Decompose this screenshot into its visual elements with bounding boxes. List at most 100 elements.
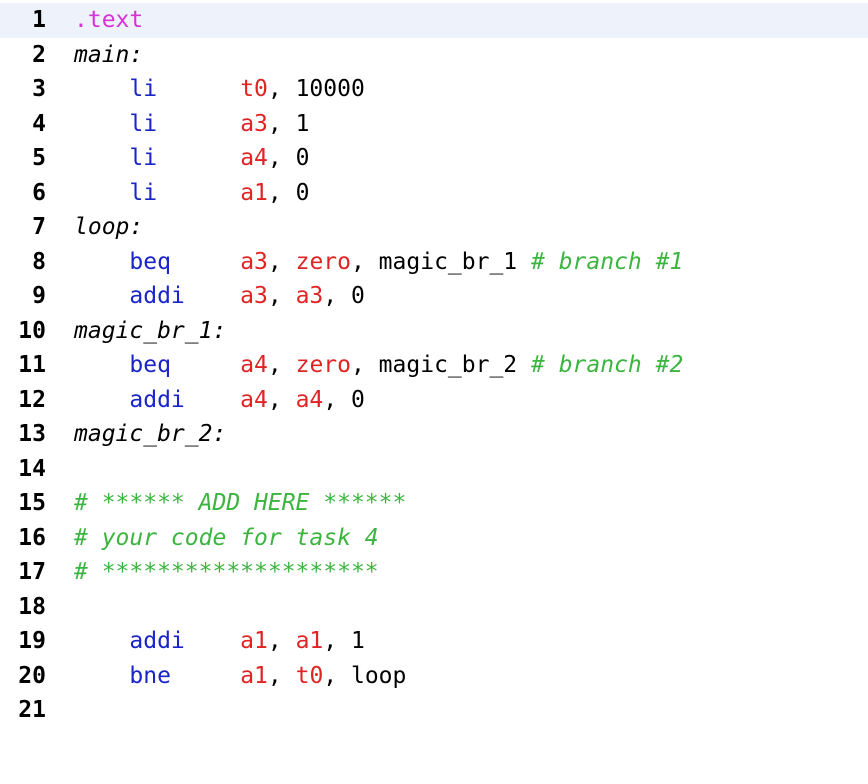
code-text: # ********************	[74, 555, 379, 590]
code-line[interactable]: 14	[0, 452, 868, 487]
register-token: a1	[240, 179, 268, 206]
code-line[interactable]: 17 # ********************	[0, 555, 868, 590]
code-line[interactable]: 8 beq a3, zero, magic_br_1 # branch #1	[0, 245, 868, 280]
line-number: 14	[18, 455, 46, 482]
code-line[interactable]: 2 main:	[0, 38, 868, 73]
text-token: ,	[267, 248, 296, 275]
line-number: 16	[18, 524, 46, 551]
text-token: , 0	[323, 386, 365, 413]
instruction-token: li	[129, 145, 158, 171]
text-token: ,	[267, 662, 296, 689]
code-line[interactable]: 16 # your code for task 4	[0, 521, 868, 556]
register-token: a1	[240, 662, 268, 689]
comment-token: # ****** ADD HERE ******	[74, 490, 407, 516]
code-line[interactable]: 9 addi a3, a3, 0	[0, 279, 868, 314]
line-number: 17	[18, 559, 46, 585]
text-token: ,	[267, 628, 296, 654]
label-token: magic_br_1:	[74, 317, 227, 344]
instruction-token: addi	[129, 628, 185, 654]
line-number: 2	[32, 41, 46, 68]
code-line[interactable]: 12 addi a4, a4, 0	[0, 383, 868, 418]
code-line[interactable]: 3 li t0, 10000	[0, 72, 868, 107]
instruction-token: li	[129, 110, 158, 137]
text-token: , 0	[323, 283, 365, 309]
register-token: a1	[240, 628, 268, 654]
register-token: a4	[240, 145, 268, 171]
line-number: 19	[18, 628, 46, 654]
text-token: , 10000	[267, 76, 365, 102]
register-token: a3	[295, 283, 324, 309]
code-text: addi a1, a1, 1	[74, 624, 364, 659]
code-text: magic_br_1:	[74, 314, 226, 349]
register-token: a4	[240, 386, 268, 413]
label-token: magic_br_2:	[74, 421, 227, 447]
register-token: zero	[295, 248, 351, 275]
instruction-token: bne	[129, 662, 171, 689]
text-token: , magic_br_1	[350, 248, 531, 275]
line-number: 10	[18, 317, 46, 344]
instruction-token: beq	[129, 248, 171, 275]
line-number: 8	[32, 248, 46, 275]
code-text: beq a3, zero, magic_br_1 # branch #1	[74, 245, 683, 280]
text-token: , 0	[267, 145, 310, 171]
code-line[interactable]: 6 li a1, 0	[0, 176, 868, 211]
code-text: loop:	[74, 210, 143, 245]
directive-token: .text	[74, 7, 144, 33]
text-token: ,	[267, 352, 296, 378]
line-number: 21	[18, 697, 46, 723]
line-number: 3	[32, 76, 46, 102]
code-line[interactable]: 4 li a3, 1	[0, 107, 868, 142]
code-line[interactable]: 20 bne a1, t0, loop	[0, 659, 868, 694]
code-line[interactable]: 15 # ****** ADD HERE ******	[0, 486, 868, 521]
instruction-token: beq	[129, 352, 171, 378]
text-token: , magic_br_2	[350, 352, 531, 378]
code-line[interactable]: 7 loop:	[0, 210, 868, 245]
line-number: 7	[32, 214, 46, 240]
comment-token: # branch #1	[531, 248, 684, 275]
text-token: ,	[267, 386, 296, 413]
register-token: t0	[295, 662, 324, 689]
code-text: # ****** ADD HERE ******	[74, 486, 406, 521]
code-line[interactable]: 10 magic_br_1:	[0, 314, 868, 349]
line-number: 13	[18, 421, 46, 447]
code-line[interactable]: 1 .text	[0, 3, 868, 38]
line-number: 5	[32, 145, 46, 171]
code-text: li a3, 1	[74, 107, 309, 142]
code-line[interactable]: 21	[0, 693, 868, 728]
code-line[interactable]: 5 li a4, 0	[0, 141, 868, 176]
code-text: addi a3, a3, 0	[74, 279, 365, 314]
text-token: , 0	[267, 179, 310, 206]
line-number: 4	[32, 110, 46, 137]
line-number: 1	[32, 7, 46, 33]
text-token: ,	[267, 283, 296, 309]
register-token: zero	[295, 352, 351, 378]
code-line[interactable]: 11 beq a4, zero, magic_br_2 # branch #2	[0, 348, 868, 383]
register-token: a3	[240, 283, 268, 309]
code-text: li t0, 10000	[74, 72, 365, 107]
code-text: main:	[74, 38, 143, 73]
code-line[interactable]: 13 magic_br_2:	[0, 417, 868, 452]
line-number: 11	[18, 352, 46, 378]
code-line[interactable]: 19 addi a1, a1, 1	[0, 624, 868, 659]
code-text: magic_br_2:	[74, 417, 226, 452]
code-text: addi a4, a4, 0	[74, 383, 365, 418]
instruction-token: addi	[129, 283, 185, 309]
register-token: t0	[240, 76, 268, 102]
code-editor[interactable]: 1 .text 2 main: 3 li t0, 10000 4 li a3, 15 li…	[0, 0, 868, 784]
code-line[interactable]: 18	[0, 590, 868, 625]
text-token: , 1	[267, 110, 310, 137]
instruction-token: addi	[129, 386, 185, 413]
register-token: a3	[240, 110, 268, 137]
